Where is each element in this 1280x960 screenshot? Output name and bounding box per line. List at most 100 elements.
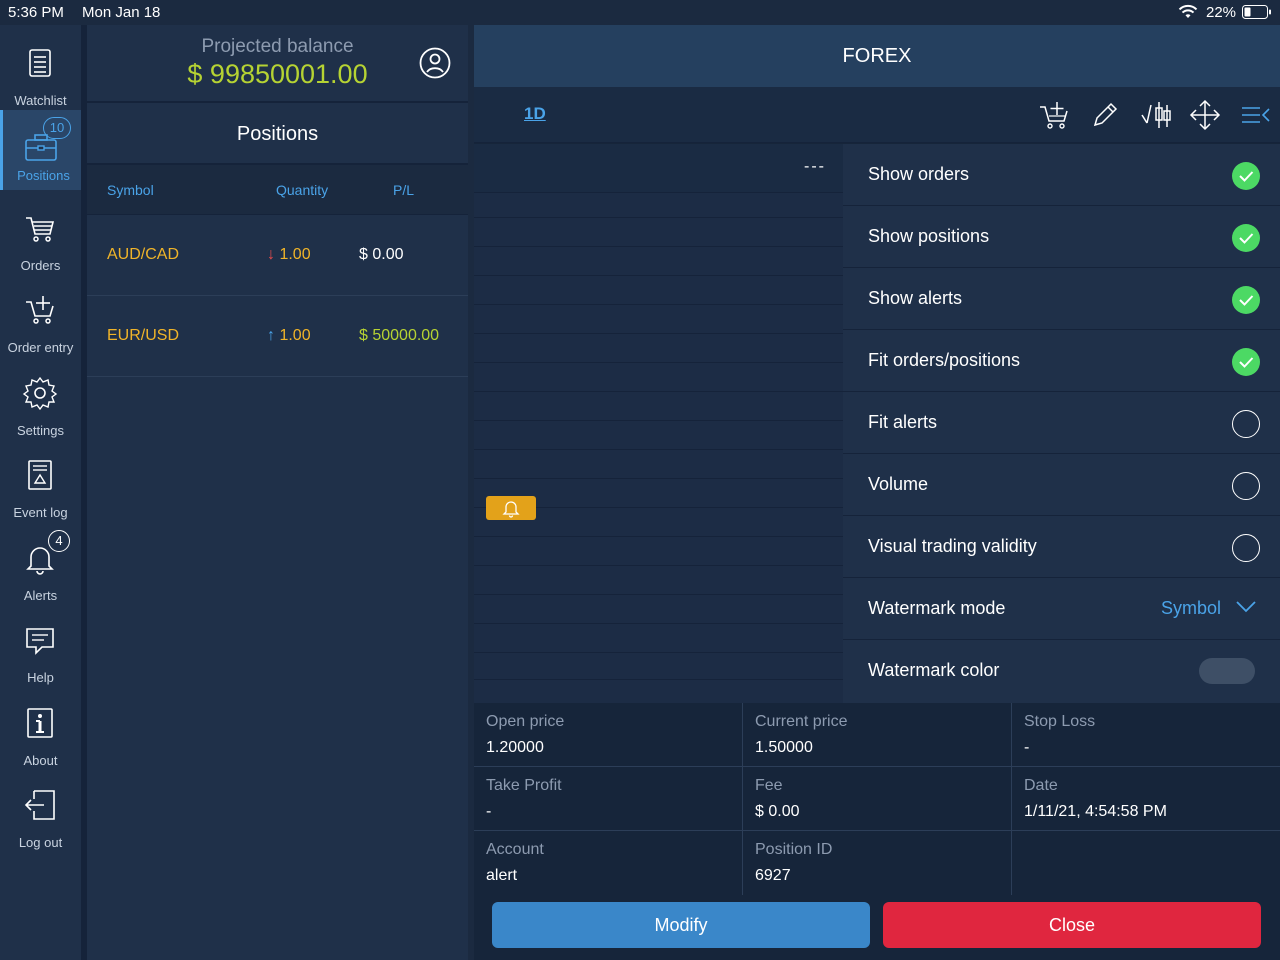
- setting-fit-alerts[interactable]: Fit alerts: [843, 392, 1280, 454]
- alert-marker[interactable]: [486, 496, 536, 520]
- grid-line: [474, 536, 843, 537]
- setting-show-alerts[interactable]: Show alerts: [843, 268, 1280, 330]
- setting-label: Volume: [868, 474, 929, 494]
- detail-account: Account alert: [474, 831, 743, 895]
- grid-line: [474, 391, 843, 392]
- positions-badge: 10: [43, 117, 71, 139]
- watermark-mode-value[interactable]: Symbol: [1161, 598, 1221, 619]
- setting-fit-orders-positions[interactable]: Fit orders/positions: [843, 330, 1280, 392]
- grid-line: [474, 217, 843, 218]
- nav-help[interactable]: Help: [0, 612, 81, 690]
- position-details: Open price 1.20000 Current price 1.50000…: [474, 703, 1280, 895]
- setting-label: Watermark mode: [868, 598, 1006, 618]
- grid-line: [474, 478, 843, 479]
- help-icon: [26, 628, 54, 655]
- move-icon[interactable]: [1189, 99, 1221, 131]
- detail-position-id: Position ID 6927: [743, 831, 1012, 895]
- grid-line: [474, 192, 843, 193]
- table-row[interactable]: EUR/USD ↑ 1.00 $ 50000.00: [87, 296, 468, 377]
- close-position-button[interactable]: Close: [883, 902, 1261, 948]
- chart-area[interactable]: ---: [474, 144, 843, 703]
- watermark-color-swatch[interactable]: [1199, 658, 1255, 684]
- balance-box: Projected balance $ 99850001.00: [87, 25, 468, 101]
- setting-show-orders[interactable]: Show orders: [843, 144, 1280, 206]
- menu-collapse-icon[interactable]: [1240, 99, 1272, 131]
- positions-panel: Projected balance $ 99850001.00 Position…: [87, 25, 468, 960]
- pencil-icon[interactable]: [1089, 99, 1121, 131]
- unchecked-icon[interactable]: [1232, 534, 1260, 562]
- setting-visual-trading-validity[interactable]: Visual trading validity: [843, 516, 1280, 578]
- cart-add-icon: [26, 296, 54, 324]
- table-row[interactable]: AUD/CAD ↓ 1.00 $ 0.00: [87, 215, 468, 296]
- detail-label: Date: [1024, 777, 1058, 794]
- detail-label: Open price: [486, 713, 565, 730]
- column-pl[interactable]: P/L: [393, 182, 414, 198]
- battery-percent: 22%: [1206, 4, 1237, 21]
- profile-icon[interactable]: [419, 47, 451, 79]
- detail-open-price: Open price 1.20000: [474, 703, 743, 767]
- grid-line: [474, 333, 843, 334]
- nav-label: Watchlist: [14, 93, 67, 108]
- nav-label: Positions: [17, 168, 70, 183]
- chart-panel: FOREX 1D --- Show orders Show positions …: [474, 25, 1280, 960]
- checked-icon[interactable]: [1232, 162, 1260, 190]
- nav-label: About: [23, 753, 58, 768]
- cart-add-icon[interactable]: [1038, 99, 1070, 131]
- nav-event-log[interactable]: Event log: [0, 447, 81, 525]
- balance-label: Projected balance: [201, 36, 354, 57]
- bell-icon: [502, 501, 520, 518]
- log-out-icon: [24, 790, 55, 820]
- setting-volume[interactable]: Volume: [843, 454, 1280, 516]
- row-pl: $ 0.00: [359, 246, 404, 263]
- grid-line: [474, 304, 843, 305]
- column-quantity[interactable]: Quantity: [276, 182, 328, 198]
- arrow-down-icon: ↓: [267, 246, 275, 263]
- info-icon: [27, 708, 53, 738]
- nav-order-entry[interactable]: Order entry: [0, 282, 81, 360]
- setting-watermark-mode[interactable]: Watermark mode Symbol: [843, 578, 1280, 640]
- status-time: 5:36 PM: [8, 4, 64, 21]
- chevron-down-icon[interactable]: [1235, 598, 1257, 614]
- detail-value: -: [486, 803, 492, 820]
- unchecked-icon[interactable]: [1232, 472, 1260, 500]
- nav-label: Order entry: [7, 340, 74, 355]
- nav-settings[interactable]: Settings: [0, 365, 81, 443]
- chart-settings-menu: Show orders Show positions Show alerts F…: [843, 144, 1280, 703]
- checked-icon[interactable]: [1232, 286, 1260, 314]
- nav-label: Log out: [18, 835, 63, 850]
- wifi-icon: [1178, 4, 1198, 18]
- checked-icon[interactable]: [1232, 348, 1260, 376]
- cart-icon: [26, 217, 55, 242]
- row-quantity-value: 1.00: [279, 327, 311, 344]
- modify-button[interactable]: Modify: [492, 902, 870, 948]
- setting-show-positions[interactable]: Show positions: [843, 206, 1280, 268]
- row-quantity: ↓ 1.00: [267, 246, 311, 264]
- column-symbol[interactable]: Symbol: [107, 182, 154, 198]
- alerts-badge: 4: [48, 530, 70, 552]
- setting-label: Show alerts: [868, 288, 963, 308]
- nav-watchlist[interactable]: Watchlist: [0, 35, 81, 113]
- price-line-label: ---: [804, 158, 826, 175]
- setting-watermark-color[interactable]: Watermark color: [843, 640, 1280, 702]
- nav-positions[interactable]: 10 Positions: [0, 110, 81, 190]
- nav-alerts[interactable]: 4 Alerts: [0, 530, 81, 608]
- timeframe-button[interactable]: 1D: [524, 104, 546, 124]
- positions-column-header: Symbol Quantity P/L: [87, 165, 468, 215]
- detail-value: -: [1024, 739, 1030, 756]
- candlestick-icon[interactable]: [1139, 99, 1171, 131]
- setting-label: Fit alerts: [868, 412, 938, 432]
- detail-value: 1.20000: [486, 739, 544, 756]
- grid-line: [474, 275, 843, 276]
- setting-label: Fit orders/positions: [868, 350, 1021, 370]
- detail-take-profit: Take Profit -: [474, 767, 743, 831]
- setting-label: Show positions: [868, 226, 990, 246]
- unchecked-icon[interactable]: [1232, 410, 1260, 438]
- nav-about[interactable]: About: [0, 695, 81, 773]
- nav-log-out[interactable]: Log out: [0, 777, 81, 855]
- left-nav: Watchlist 10 Positions Orders Order entr…: [0, 25, 81, 960]
- detail-label: Stop Loss: [1024, 713, 1096, 730]
- checked-icon[interactable]: [1232, 224, 1260, 252]
- nav-label: Help: [27, 670, 54, 685]
- grid-line: [474, 652, 843, 653]
- nav-orders[interactable]: Orders: [0, 200, 81, 278]
